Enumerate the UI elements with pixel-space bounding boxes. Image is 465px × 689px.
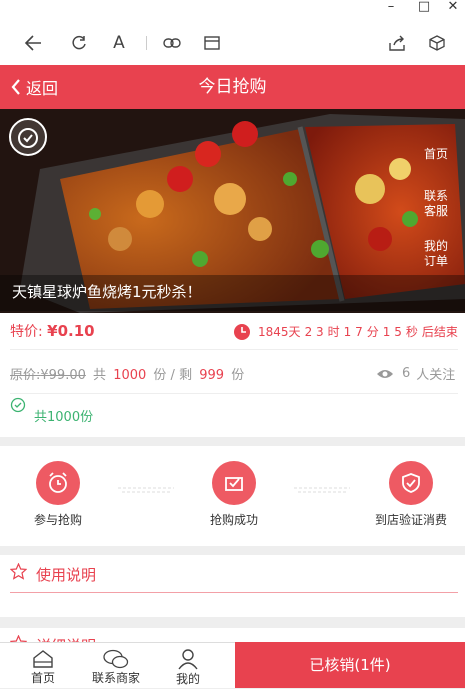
remaining-quantity: 999 <box>199 368 225 383</box>
cube-icon[interactable] <box>422 20 452 65</box>
chevron-left-icon <box>11 79 20 95</box>
countdown-hours: 2 3 <box>304 324 324 339</box>
countdown-minutes-unit: 分 <box>366 325 379 339</box>
usage-section[interactable]: 使用说明 <box>0 555 465 617</box>
person-icon <box>178 649 198 670</box>
share-icon[interactable] <box>382 20 412 65</box>
countdown-days-unit: 天 <box>288 325 301 339</box>
nav-me-label: 我的 <box>175 672 200 686</box>
nav-home-label: 首页 <box>30 671 55 685</box>
divider <box>10 393 458 394</box>
shield-check-icon <box>389 461 433 505</box>
original-price: ¥99.00 <box>40 368 86 383</box>
minimize-button[interactable]: – <box>378 0 404 20</box>
deal-title: 天镇星球炉鱼烧烤1元秒杀！ <box>0 275 465 311</box>
countdown-minutes: 1 7 <box>343 324 363 339</box>
countdown-suffix: 后结束 <box>421 325 458 339</box>
step-connector <box>294 487 350 493</box>
close-window-button[interactable]: ✕ <box>440 0 465 20</box>
step-3-label: 到店验证消费 <box>374 513 447 527</box>
browser-toolbar: A <box>0 20 465 65</box>
toolbar-divider <box>146 36 147 50</box>
watchers: 6 人关注 <box>376 364 455 383</box>
step-1-label: 参与抢购 <box>33 513 82 527</box>
watchers-count: 6 <box>402 366 411 381</box>
countdown: 1845 天 2 3 时 1 7 分 1 5 秒 后结束 <box>234 323 458 340</box>
check-circle-icon <box>10 397 26 413</box>
clock-icon <box>234 323 250 340</box>
nav-contact-merchant-label: 联系商家 <box>91 671 140 685</box>
purchase-steps: 参与抢购 抢购成功 到店验证消费 <box>0 446 465 546</box>
divider <box>10 592 458 593</box>
countdown-hours-unit: 时 <box>327 325 340 339</box>
refresh-icon[interactable] <box>64 20 94 65</box>
stopwatch-icon <box>9 118 47 156</box>
font-icon[interactable]: A <box>104 20 134 65</box>
back-label: 返回 <box>26 79 59 98</box>
back-button[interactable]: 返回 <box>10 65 58 109</box>
window-title-bar: – □ ✕ <box>0 0 465 20</box>
nav-me[interactable]: 我的 <box>158 643 218 689</box>
deal-price: ¥0.10 <box>47 322 95 340</box>
deal-info: 特价: ¥0.10 1845 天 2 3 时 1 7 分 1 5 秒 后结束 原… <box>0 313 465 437</box>
maximize-button[interactable]: □ <box>411 0 437 20</box>
total-unit: 份 / 剩 <box>153 368 193 383</box>
price-label: 特价: <box>10 324 43 340</box>
usage-title: 使用说明 <box>36 566 97 584</box>
link-icon[interactable] <box>157 20 187 65</box>
step-2-label: 抢购成功 <box>209 513 258 527</box>
sold-note: 共1000份 <box>34 410 94 425</box>
nav-contact-merchant[interactable]: 联系商家 <box>86 643 146 689</box>
back-arrow-icon[interactable] <box>18 20 48 65</box>
stock-info: 原价:¥99.00 共 1000 份 / 剩 999 份 <box>10 364 244 383</box>
countdown-seconds-unit: 秒 <box>405 325 418 339</box>
total-prefix: 共 <box>93 368 107 383</box>
chat-icon <box>103 649 129 669</box>
redeemed-button[interactable]: 已核销(1件) <box>235 642 465 688</box>
watchers-label: 人关注 <box>416 368 456 383</box>
countdown-seconds: 1 5 <box>382 324 402 339</box>
app-header: 今日抢购 返回 <box>0 65 465 109</box>
home-icon <box>33 650 53 668</box>
divider <box>10 349 458 350</box>
side-link-my-orders[interactable]: 我的 订单 <box>417 239 455 269</box>
nav-home[interactable]: 首页 <box>13 643 73 689</box>
side-link-home[interactable]: 首页 <box>417 147 455 162</box>
reader-icon[interactable] <box>197 20 227 65</box>
page-title: 今日抢购 <box>198 77 267 97</box>
eye-icon <box>377 369 393 378</box>
total-quantity: 1000 <box>113 368 147 383</box>
countdown-days: 1845 <box>258 324 289 339</box>
alarm-clock-icon <box>36 461 80 505</box>
side-link-contact-service[interactable]: 联系 客服 <box>417 189 455 219</box>
step-connector <box>118 487 174 493</box>
original-price-label: 原价: <box>10 368 41 383</box>
remaining-unit: 份 <box>231 368 245 383</box>
check-box-icon <box>212 461 256 505</box>
star-icon <box>10 563 27 580</box>
